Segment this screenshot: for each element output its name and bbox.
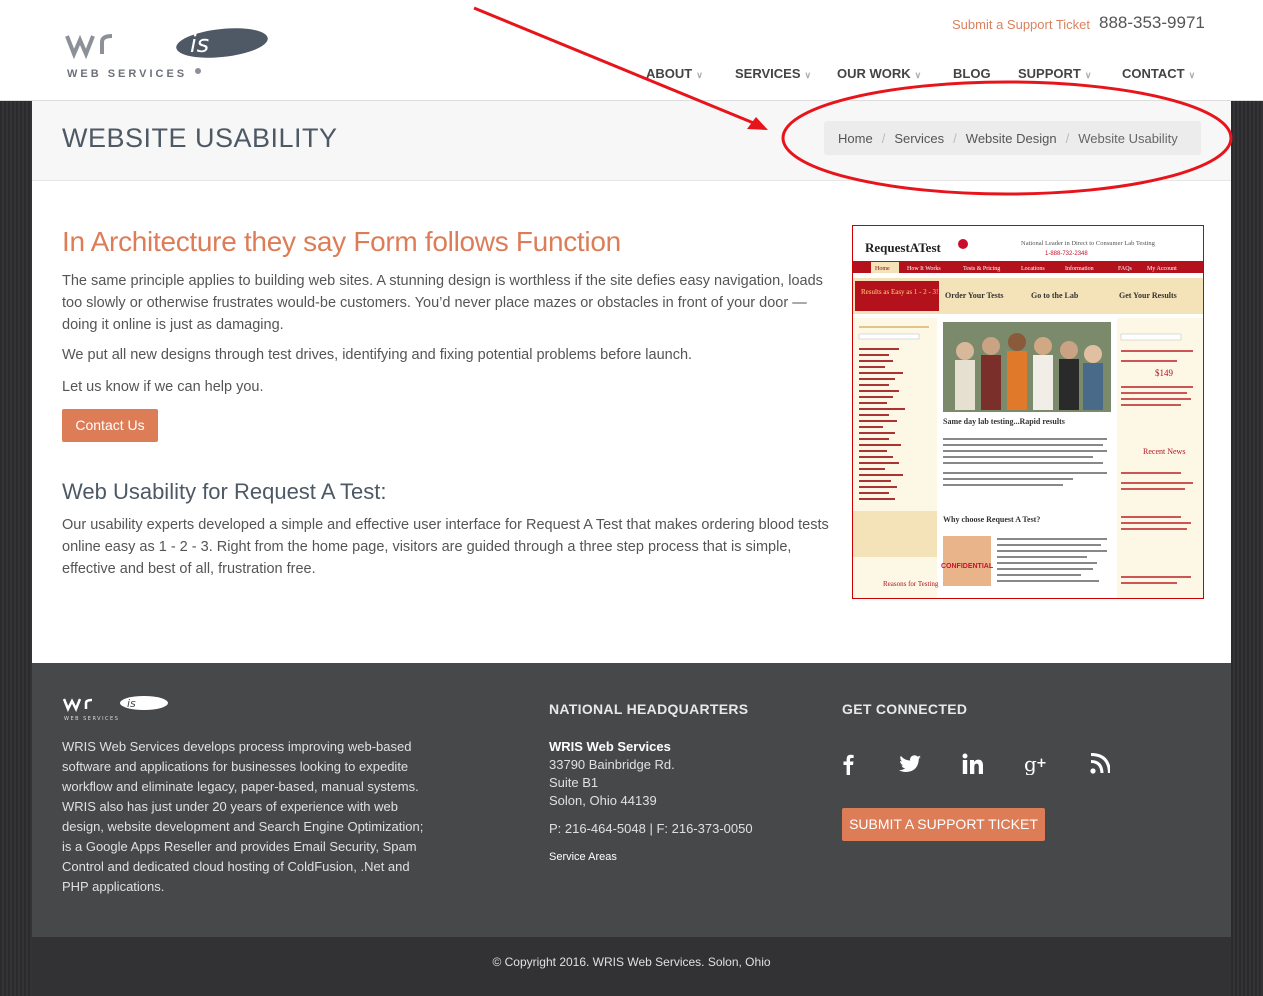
svg-text:CONFIDENTIAL: CONFIDENTIAL	[941, 563, 994, 570]
site-header: is WEB SERVICES Submit a Support Ticket …	[0, 0, 1263, 101]
chevron-down-icon: ∨	[696, 70, 703, 80]
svg-text:Home: Home	[875, 266, 890, 272]
svg-text:is: is	[190, 30, 209, 58]
site-footer: is WEB SERVICES WRIS Web Services develo…	[32, 663, 1231, 937]
nav-our-work[interactable]: OUR WORK ∨	[837, 66, 921, 81]
svg-text:Same day lab testing...Rapid r: Same day lab testing...Rapid results	[943, 417, 1065, 426]
breadcrumb-separator: /	[1065, 130, 1070, 146]
request-a-test-screenshot: RequestATest National Leader in Direct t…	[852, 225, 1204, 599]
page-title: WEBSITE USABILITY	[62, 123, 338, 153]
nav-blog-label: BLOG	[953, 66, 991, 81]
testing-paragraph: We put all new designs through test driv…	[62, 347, 693, 363]
breadcrumb-services[interactable]: Services	[894, 131, 944, 146]
connect-heading: GET CONNECTED	[842, 701, 968, 717]
main-content: WEBSITE USABILITY Home / Services / Websit…	[32, 101, 1231, 663]
breadcrumb: Home / Services / Website Design / Website …	[824, 121, 1201, 155]
nav-contact-label: CONTACT	[1122, 66, 1185, 81]
header-phone: 888-353-9971	[1099, 13, 1205, 32]
svg-text:FAQs: FAQs	[1118, 266, 1133, 272]
footer-logo[interactable]: is WEB SERVICES	[62, 693, 172, 725]
contact-us-button[interactable]: Contact Us	[62, 409, 158, 442]
svg-text:Order Your Tests: Order Your Tests	[945, 291, 1004, 300]
address-line-2: Suite B1	[549, 775, 599, 790]
rss-icon[interactable]	[1090, 753, 1110, 775]
svg-text:Go to the Lab: Go to the Lab	[1031, 291, 1079, 300]
submit-support-ticket-button[interactable]: SUBMIT A SUPPORT TICKET	[842, 808, 1045, 841]
nav-support-label: SUPPORT	[1018, 66, 1081, 81]
logo-subtitle: WEB SERVICES	[67, 68, 188, 80]
intro-paragraph: The same principle applies to building w…	[62, 273, 823, 333]
svg-text:Information: Information	[1065, 265, 1094, 272]
title-bar: WEBSITE USABILITY Home / Services / Websit…	[32, 101, 1231, 181]
svg-text:is: is	[127, 697, 136, 710]
rat-tagline: National Leader in Direct to Consumer La…	[1021, 240, 1156, 247]
svg-text:Why choose Request A Test?: Why choose Request A Test?	[943, 515, 1040, 524]
breadcrumb-separator: /	[953, 130, 957, 146]
chevron-down-icon: ∨	[804, 70, 812, 80]
svg-text:My Account: My Account	[1147, 266, 1177, 272]
section-heading: In Architecture they say Form follows Fu…	[62, 226, 621, 257]
screenshot-graphic: RequestATest National Leader in Direct t…	[853, 226, 1203, 598]
copyright-text: © Copyright 2016. WRIS Web Services. Sol…	[492, 955, 771, 969]
svg-text:Tests & Pricing: Tests & Pricing	[963, 266, 1000, 272]
help-paragraph: Let us know if we can help you.	[62, 379, 264, 395]
chevron-down-icon: ∨	[1084, 70, 1092, 80]
svg-text:Locations: Locations	[1021, 266, 1045, 272]
breadcrumb-separator: /	[881, 130, 886, 146]
svg-text:Reasons for Testing: Reasons for Testing	[883, 580, 939, 588]
breadcrumb-website-design[interactable]: Website Design	[966, 131, 1057, 146]
facebook-icon[interactable]	[838, 753, 858, 775]
nav-services[interactable]: SERVICES ∨	[735, 66, 811, 81]
chevron-down-icon: ∨	[914, 70, 922, 80]
svg-text:$149: $149	[1155, 368, 1174, 378]
support-ticket-link[interactable]: Submit a Support Ticket	[952, 17, 1090, 32]
breadcrumb-home[interactable]: Home	[838, 131, 873, 146]
wris-logo[interactable]: is WEB SERVICES	[62, 22, 272, 84]
case-study-heading: Web Usability for Request A Test:	[62, 479, 387, 504]
nav-blog[interactable]: BLOG	[953, 66, 991, 81]
svg-text:+: +	[1036, 756, 1047, 771]
nav-our-work-label: OUR WORK	[837, 66, 911, 81]
rat-brand: RequestATest	[865, 240, 942, 255]
hq-address: WRIS Web Services 33790 Bainbridge Rd. S…	[549, 738, 753, 866]
nav-about[interactable]: ABOUT ∨	[646, 66, 703, 81]
copyright-bar: © Copyright 2016. WRIS Web Services. Sol…	[32, 937, 1231, 996]
linkedin-icon[interactable]	[962, 753, 984, 775]
svg-text:Get Your Results: Get Your Results	[1119, 291, 1177, 300]
rat-phone: 1-888-732-2348	[1045, 251, 1088, 257]
nav-services-label: SERVICES	[735, 66, 801, 81]
chevron-down-icon: ∨	[1188, 70, 1196, 80]
svg-text:Recent News: Recent News	[1143, 447, 1185, 456]
svg-text:WEB SERVICES: WEB SERVICES	[64, 716, 119, 722]
service-areas-link[interactable]: Service Areas	[549, 848, 753, 866]
twitter-icon[interactable]	[898, 753, 922, 775]
address-line-3: Solon, Ohio 44139	[549, 793, 657, 808]
footer-about: WRIS Web Services develops process impro…	[62, 739, 424, 894]
left-texture	[0, 100, 32, 996]
breadcrumb-current: Website Usability	[1078, 130, 1178, 146]
company-name: WRIS Web Services	[549, 739, 671, 754]
address-line-1: 33790 Bainbridge Rd.	[549, 757, 675, 772]
right-texture	[1231, 100, 1263, 996]
nav-contact[interactable]: CONTACT ∨	[1122, 66, 1195, 81]
nav-support[interactable]: SUPPORT ∨	[1018, 66, 1091, 81]
phone-fax: P: 216-464-5048 | F: 216-373-0050	[549, 821, 753, 836]
case-study-paragraph: Our usability experts developed a simple…	[62, 517, 829, 577]
nav-about-label: ABOUT	[646, 66, 693, 81]
svg-text:How It Works: How It Works	[907, 266, 941, 272]
svg-text:Results as Easy as 1 - 2 - 3!: Results as Easy as 1 - 2 - 3!	[861, 288, 938, 296]
google-plus-icon[interactable]: g +	[1024, 753, 1050, 775]
hq-heading: NATIONAL HEADQUARTERS	[549, 701, 749, 717]
